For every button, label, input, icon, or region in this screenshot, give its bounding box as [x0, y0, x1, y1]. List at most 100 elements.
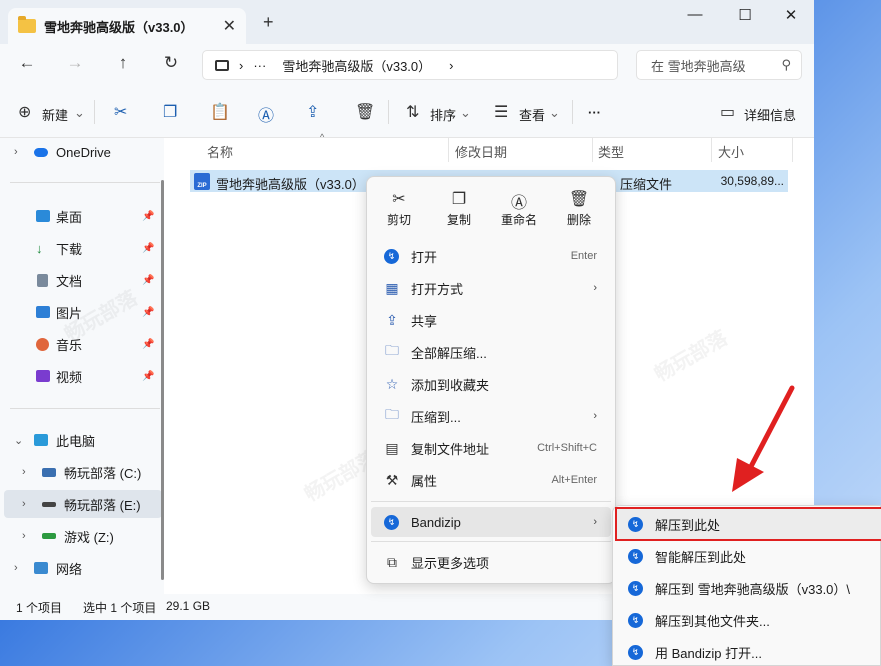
menu-item-share[interactable]: ⇪ 共享 [371, 305, 611, 335]
column-size[interactable]: 大小 [718, 142, 744, 161]
back-button[interactable]: ← [14, 53, 40, 73]
pin-icon[interactable]: 📌 [142, 371, 154, 382]
rename-icon[interactable]: Ⓐ [258, 102, 274, 126]
up-button[interactable]: ↑ [110, 53, 136, 73]
expand-icon[interactable]: › [22, 466, 26, 478]
pin-icon[interactable]: 📌 [142, 211, 154, 222]
menu-item-open[interactable]: ↯ 打开 Enter [371, 241, 611, 271]
column-date[interactable]: 修改日期 [455, 142, 507, 161]
sidebar-item-drive-e[interactable]: › 畅玩部落 (E:) [4, 490, 162, 518]
column-name[interactable]: 名称 [207, 142, 233, 161]
view-dropdown-icon[interactable]: ⌄ [549, 105, 560, 121]
expand-icon[interactable]: › [14, 562, 18, 574]
sidebar-item-music[interactable]: 音乐 📌 [0, 330, 158, 358]
menu-item-extract-all[interactable]: 🗀 全部解压缩... [371, 337, 611, 367]
column-divider[interactable] [448, 138, 449, 162]
sidebar-item-label: 畅玩部落 (C:) [64, 465, 142, 481]
forward-button[interactable]: → [62, 53, 88, 73]
sidebar-item-network[interactable]: › 网络 [0, 554, 158, 582]
pin-icon[interactable]: 📌 [142, 275, 154, 286]
minimize-button[interactable]: — [680, 6, 710, 23]
copy-button[interactable]: ❐ 复制 [429, 189, 489, 228]
submenu-item-extract-here[interactable]: ↯ 解压到此处 [615, 507, 881, 541]
menu-item-show-more[interactable]: ⧉ 显示更多选项 [371, 547, 611, 577]
sidebar-item-drive-c[interactable]: › 畅玩部落 (C:) [0, 458, 158, 486]
sort-dropdown-icon[interactable]: ⌄ [460, 105, 471, 121]
sidebar-scrollbar[interactable] [161, 180, 164, 580]
pin-icon[interactable]: 📌 [142, 307, 154, 318]
menu-item-bandizip[interactable]: ↯ Bandizip › [371, 507, 611, 537]
sidebar-item-downloads[interactable]: ↓ 下载 📌 [0, 234, 158, 262]
paste-icon[interactable]: 📋 [210, 102, 230, 122]
sidebar-item-onedrive[interactable]: › OneDrive [0, 138, 158, 166]
path-segment-folder[interactable]: 雪地奔驰高级版（v33.0） [282, 56, 431, 75]
menu-item-compress-to[interactable]: 🗀 压缩到... › [371, 401, 611, 431]
tab-current-folder[interactable]: 雪地奔驰高级版（v33.0） ✕ [8, 8, 246, 44]
details-button[interactable]: 详细信息 [744, 105, 796, 124]
submenu-item-smart-extract[interactable]: ↯ 智能解压到此处 [617, 541, 881, 571]
sidebar-item-this-pc[interactable]: ⌄ 此电脑 [0, 426, 158, 454]
new-tab-button[interactable]: + [263, 12, 274, 33]
bandizip-icon: ↯ [628, 581, 643, 596]
sidebar-item-videos[interactable]: 视频 📌 [0, 362, 158, 390]
collapse-icon[interactable]: ⌄ [14, 434, 23, 447]
delete-icon[interactable]: 🗑 [355, 102, 375, 122]
column-divider[interactable] [592, 138, 593, 162]
pin-icon[interactable]: 📌 [142, 339, 154, 350]
cut-icon[interactable]: ✂ [114, 102, 127, 122]
sidebar-item-documents[interactable]: 文档 📌 [0, 266, 158, 294]
item-count: 1 个项目 [16, 601, 63, 615]
share-icon[interactable]: ⇪ [306, 102, 319, 122]
menu-item-properties[interactable]: ⚒ 属性 Alt+Enter [371, 465, 611, 495]
submenu-item-extract-to-folder[interactable]: ↯ 解压到 雪地奔驰高级版（v33.0）\ [617, 573, 881, 603]
download-icon: ↓ [36, 240, 43, 256]
column-divider[interactable] [792, 138, 793, 162]
menu-item-copy-path[interactable]: ▤ 复制文件地址 Ctrl+Shift+C [371, 433, 611, 463]
column-divider[interactable] [711, 138, 712, 162]
view-icon[interactable]: ☰ [494, 102, 508, 122]
address-bar[interactable]: › ··· 雪地奔驰高级版（v33.0） › [202, 50, 618, 80]
maximize-button[interactable]: ☐ [730, 6, 760, 24]
new-dropdown-icon[interactable]: ⌄ [74, 105, 85, 121]
expand-window-icon: ⧉ [387, 553, 397, 570]
expand-icon[interactable]: › [22, 530, 26, 542]
sidebar-item-drive-z[interactable]: › 游戏 (Z:) [0, 522, 158, 550]
close-button[interactable]: ✕ [776, 6, 806, 24]
sort-icon[interactable]: ⇅ [406, 102, 419, 122]
file-name[interactable]: 雪地奔驰高级版（v33.0） [216, 174, 365, 193]
search-input[interactable]: 在 雪地奔驰高级 [651, 56, 746, 75]
expand-icon[interactable]: › [14, 146, 18, 158]
share-icon: ⇪ [386, 311, 398, 328]
compress-folder-icon: 🗀 [385, 406, 399, 422]
navigation-bar: ← → ↑ ↻ › ··· 雪地奔驰高级版（v33.0） › 在 雪地奔驰高级 … [0, 44, 814, 86]
new-button[interactable]: 新建 [42, 105, 68, 124]
more-options-button[interactable]: ··· [588, 105, 601, 120]
sidebar-item-pictures[interactable]: 图片 📌 [0, 298, 158, 326]
view-button[interactable]: 查看 [519, 105, 545, 124]
path-chevron-icon[interactable]: › [449, 58, 453, 73]
drive-icon [42, 502, 56, 507]
copy-icon[interactable]: ❐ [163, 102, 177, 122]
details-pane-icon[interactable]: ▭ [720, 102, 735, 122]
menu-item-open-with[interactable]: ▦ 打开方式 › [371, 273, 611, 303]
pin-icon[interactable]: 📌 [142, 243, 154, 254]
search-box[interactable]: 在 雪地奔驰高级 ⚲ [636, 50, 802, 80]
path-more-button[interactable]: ··· [253, 58, 266, 73]
menu-item-add-favorites[interactable]: ☆ 添加到收藏夹 [371, 369, 611, 399]
column-type[interactable]: 类型 [598, 142, 624, 161]
sidebar-item-label: 文档 [56, 273, 83, 289]
sidebar-item-desktop[interactable]: 桌面 📌 [0, 202, 158, 230]
submenu-item-open-with-bandizip[interactable]: ↯ 用 Bandizip 打开... [617, 637, 881, 666]
delete-button[interactable]: 🗑 删除 [549, 189, 609, 228]
sort-button[interactable]: 排序 [430, 105, 456, 124]
rename-button[interactable]: Ⓐ 重命名 [489, 189, 549, 228]
cut-button[interactable]: ✂ 剪切 [369, 189, 429, 228]
expand-icon[interactable]: › [22, 498, 26, 510]
folder-icon [18, 16, 36, 33]
tab-close-icon[interactable]: ✕ [223, 16, 236, 36]
refresh-button[interactable]: ↻ [158, 53, 184, 73]
bandizip-submenu: ↯ 解压到此处 ↯ 智能解压到此处 ↯ 解压到 雪地奔驰高级版（v33.0）\ … [612, 505, 881, 666]
delete-label: 删除 [566, 213, 591, 227]
submenu-item-extract-other[interactable]: ↯ 解压到其他文件夹... [617, 605, 881, 635]
new-icon[interactable]: ⊕ [18, 102, 31, 122]
